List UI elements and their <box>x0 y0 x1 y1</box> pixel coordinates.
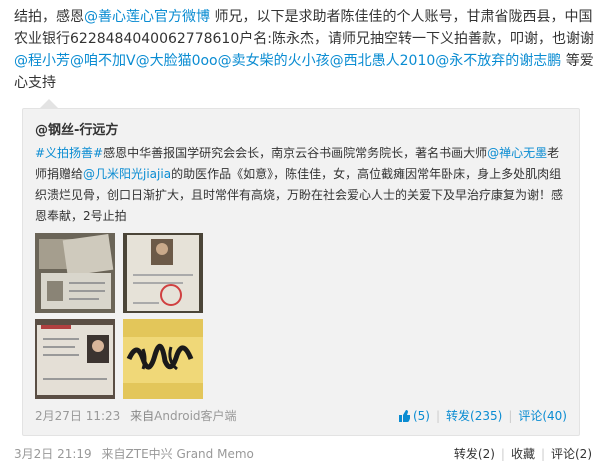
quoted-comment-link[interactable]: 评论(40) <box>518 409 567 423</box>
comment-button[interactable]: 评论(2) <box>551 447 592 461</box>
post-actions: 转发(2) | 收藏 | 评论(2) <box>453 447 592 461</box>
quote-arrow <box>40 99 58 108</box>
certificate-photo-icon <box>35 233 115 313</box>
id-card-photo-icon <box>35 319 115 399</box>
quoted-text: #义拍扬善#感恩中华善报国学研究会会长，南京云谷书画院常务院长，著名书画大师@禅… <box>35 143 571 227</box>
post-text-part: 结拍，感恩 <box>14 9 84 25</box>
id-document-photo-icon <box>123 233 203 313</box>
quoted-forward-link[interactable]: 转发(235) <box>446 409 502 423</box>
certificate-photo-thumb[interactable] <box>35 233 115 313</box>
calligraphy-photo-icon <box>123 319 203 399</box>
mention-link[interactable]: @程小芳 <box>14 53 70 69</box>
mention-link[interactable]: @善心莲心官方微博 <box>84 9 210 25</box>
calligraphy-photo-thumb[interactable] <box>123 319 203 399</box>
quoted-author[interactable]: @钢丝-行远方 <box>35 119 118 138</box>
hashtag-link[interactable]: #义拍扬善# <box>35 146 103 160</box>
mention-link[interactable]: @禅心无墨 <box>487 146 547 160</box>
post-footer: 3月2日 21:19 来自ZTE中兴 Grand Memo 转发(2) | 收藏 | 评… <box>14 445 592 462</box>
quoted-source[interactable]: Android客户端 <box>154 409 236 423</box>
mention-link[interactable]: @几米阳光jiajia <box>83 167 171 181</box>
mention-link[interactable]: @大脸猫0oo <box>136 53 218 69</box>
quoted-time[interactable]: 2月27日 11:23 <box>35 409 120 423</box>
id-card-photo-thumb[interactable] <box>35 319 115 399</box>
forward-button[interactable]: 转发(2) <box>454 447 495 461</box>
quoted-post: @钢丝-行远方 #义拍扬善#感恩中华善报国学研究会会长，南京云谷书画院常务院长，… <box>22 108 580 436</box>
post-source[interactable]: ZTE中兴 Grand Memo <box>126 447 254 461</box>
mention-link[interactable]: @永不放弃的谢志鹏 <box>435 53 561 69</box>
post-time[interactable]: 3月2日 21:19 <box>14 447 92 461</box>
favorite-button[interactable]: 收藏 <box>511 447 535 461</box>
quoted-text-part: 感恩中华善报国学研究会会长，南京云谷书画院常务院长，著名书画大师 <box>103 146 488 160</box>
like-button[interactable]: (5) <box>398 409 430 423</box>
mention-link[interactable]: @咱不加V <box>70 53 136 69</box>
mention-link[interactable]: @西北愚人2010 <box>330 53 436 69</box>
id-document-photo-thumb[interactable] <box>123 233 203 313</box>
thumbs-up-icon <box>398 410 410 422</box>
quoted-actions: (5) | 转发(235) | 评论(40) <box>398 407 567 424</box>
quoted-source-prefix: 来自 <box>130 409 155 423</box>
like-count: (5) <box>412 409 430 423</box>
mention-link[interactable]: @卖女柴的火小孩 <box>218 53 330 69</box>
post-text: 结拍，感恩@善心莲心官方微博 师兄，以下是求助者陈佳佳的个人账号，甘肃省陇西县，… <box>14 6 602 94</box>
post-source-prefix: 来自 <box>101 447 126 461</box>
quoted-footer: 2月27日 11:23 来自Android客户端 (5) | 转发(235) | 评论(… <box>35 407 567 424</box>
